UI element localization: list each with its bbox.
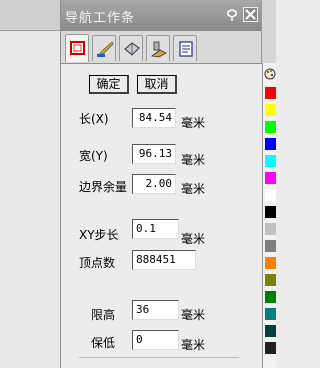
color-palette [262,63,276,368]
color-swatch[interactable] [265,172,276,184]
palette-icon[interactable] [264,67,276,81]
tab-tool[interactable] [146,35,170,61]
panel-title: 导航工作条 [65,11,136,26]
background-window [0,0,60,368]
keep-low-field[interactable]: 0 [132,330,179,350]
brush-icon [97,41,114,57]
color-swatch[interactable] [265,308,276,320]
bottom-divider [79,357,239,358]
step-field[interactable]: 0.1 [132,219,179,239]
tab-shape[interactable] [119,35,143,61]
keep-low-unit: 毫米 [181,338,206,352]
side-gap [261,0,276,63]
width-label: 宽(Y) [79,149,108,163]
limit-high-label: 限高 [91,308,116,322]
color-swatch[interactable] [265,342,276,354]
step-label: XY步长 [79,228,119,242]
color-swatch[interactable] [265,121,276,133]
color-swatch[interactable] [265,87,276,99]
margin-label: 边界余量 [79,180,128,194]
color-swatch[interactable] [265,223,276,235]
close-icon [245,9,256,20]
tab-document[interactable] [173,35,197,61]
tab-frame[interactable] [65,34,89,62]
length-unit: 毫米 [181,116,206,130]
color-swatch[interactable] [265,240,276,252]
tool-icon [150,41,167,58]
margin-field[interactable]: 2.00 [132,174,176,194]
tool-tabs [61,31,262,64]
color-swatch[interactable] [265,138,276,150]
color-swatch[interactable] [265,274,276,286]
width-unit: 毫米 [181,153,206,167]
color-swatch[interactable] [265,257,276,269]
close-button[interactable] [243,7,258,22]
color-swatch[interactable] [265,325,276,337]
navigation-panel: 导航工作条 确定 取消 长(X) 84.54 毫米 宽(Y) 96.13 毫米 … [60,0,262,368]
confirm-button[interactable]: 确定 [89,75,129,94]
width-field[interactable]: 96.13 [132,144,176,164]
frame-icon [70,41,85,55]
shape-icon [124,42,140,56]
cancel-button[interactable]: 取消 [137,75,177,94]
margin-unit: 毫米 [181,182,206,196]
step-unit: 毫米 [181,232,206,246]
limit-high-field[interactable]: 36 [132,300,179,320]
vertex-count-label: 顶点数 [79,256,116,270]
document-icon [179,41,193,57]
color-swatch[interactable] [265,155,276,167]
length-label: 长(X) [79,112,109,126]
limit-high-unit: 毫米 [181,308,206,322]
length-field[interactable]: 84.54 [132,108,176,128]
color-swatch[interactable] [265,104,276,116]
tab-brush[interactable] [92,35,116,61]
panel-titlebar[interactable]: 导航工作条 [61,0,262,32]
color-swatch[interactable] [265,291,276,303]
background-toolbar [0,0,60,31]
pin-icon[interactable] [226,8,238,22]
color-swatch[interactable] [265,206,276,218]
color-swatch[interactable] [265,189,276,201]
settings-form: 确定 取消 长(X) 84.54 毫米 宽(Y) 96.13 毫米 边界余量 2… [61,64,262,368]
vertex-count-field[interactable]: 888451 [132,250,196,270]
keep-low-label: 保低 [91,336,116,350]
